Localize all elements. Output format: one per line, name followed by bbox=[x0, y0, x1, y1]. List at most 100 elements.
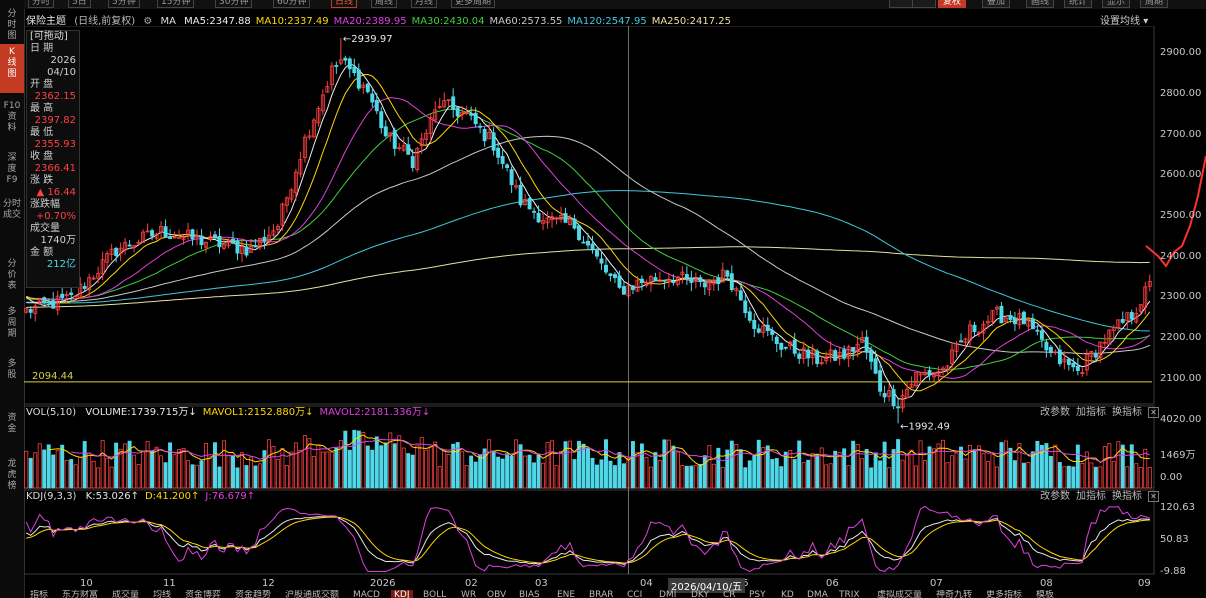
indicator-tab[interactable]: 沪股通成交额 bbox=[285, 590, 339, 598]
indicator-tab[interactable]: 模板 bbox=[1036, 590, 1054, 598]
info-value: 2355.93 bbox=[34, 139, 76, 150]
indicator-tab[interactable]: DMA bbox=[807, 590, 828, 598]
toolbar-tab[interactable]: 叠加 bbox=[982, 0, 1011, 8]
volume-panel-header: VOL(5,10) VOLUME:1739.715万↓ MAVOL1:2152.8… bbox=[26, 406, 442, 420]
indicator-tab[interactable]: 更多指标 bbox=[986, 590, 1022, 598]
period-tab[interactable]: 30分钟 bbox=[215, 0, 253, 8]
candle-body bbox=[851, 346, 856, 352]
panel-action-button[interactable]: 换指标 bbox=[1112, 491, 1142, 502]
panel-action-button[interactable]: 改参数 bbox=[1040, 491, 1070, 502]
candle-body bbox=[527, 198, 532, 210]
period-tab[interactable]: 15分钟 bbox=[157, 0, 195, 8]
panel-action-button[interactable]: 加指标 bbox=[1076, 491, 1106, 502]
left-nav-item[interactable]: 多 周 期 bbox=[0, 304, 24, 349]
volume-bar bbox=[96, 467, 101, 489]
volume-bar bbox=[100, 440, 105, 489]
indicator-tab[interactable]: 神奇九转 bbox=[936, 590, 972, 598]
indicator-tab[interactable]: 虚拟成交量 bbox=[877, 590, 922, 598]
volume-bar bbox=[392, 443, 397, 489]
indicator-tab[interactable]: KDJ bbox=[391, 590, 413, 598]
volume-bar bbox=[42, 449, 47, 489]
candle-body bbox=[1048, 346, 1053, 354]
indicator-tab[interactable]: BOLL bbox=[423, 590, 446, 598]
candle-body bbox=[244, 246, 249, 256]
indicator-tab[interactable]: WR bbox=[461, 590, 476, 598]
indicator-tab[interactable]: TRIX bbox=[839, 590, 860, 598]
candle-body bbox=[374, 99, 379, 112]
period-tab[interactable]: 5分钟 bbox=[108, 0, 140, 8]
volume-bar bbox=[648, 466, 653, 489]
panel-action-button[interactable]: 改参数 bbox=[1040, 407, 1070, 418]
indicator-tab[interactable]: MACD bbox=[353, 590, 380, 598]
volume-bar bbox=[1093, 466, 1098, 489]
volume-bar bbox=[1147, 467, 1152, 489]
left-nav-item[interactable]: 资 金 bbox=[0, 410, 24, 449]
period-tab[interactable]: 60分钟 bbox=[273, 0, 311, 8]
candle-body bbox=[878, 370, 883, 392]
volume-bar bbox=[437, 466, 442, 489]
indicator-tab[interactable]: CCI bbox=[627, 590, 642, 598]
volume-bar bbox=[590, 457, 595, 489]
left-nav-item[interactable]: 龙 虎 榜 bbox=[0, 456, 24, 503]
volume-bar bbox=[801, 462, 806, 489]
volume-bar bbox=[311, 456, 316, 489]
indicator-tab[interactable]: 资金趋势 bbox=[235, 590, 271, 598]
panel-action-button[interactable]: 换指标 bbox=[1112, 407, 1142, 418]
candle-body bbox=[60, 293, 65, 298]
low-annotation: ←1992.49 bbox=[900, 421, 950, 432]
left-nav-item[interactable]: F10 资 料 bbox=[0, 98, 24, 141]
indicator-tab[interactable]: BIAS bbox=[519, 590, 540, 598]
volume-bar bbox=[428, 446, 433, 489]
volume-bar bbox=[604, 439, 608, 489]
left-nav-item[interactable]: 分 时 图 bbox=[0, 6, 24, 43]
period-tab[interactable]: 周线 bbox=[371, 0, 398, 8]
volume-bar bbox=[783, 451, 788, 489]
toolbar-tab[interactable]: 复权 bbox=[938, 0, 967, 8]
period-tab[interactable]: 5日 bbox=[68, 0, 91, 8]
indicator-tab[interactable]: CR bbox=[723, 590, 736, 598]
indicator-tab[interactable]: 指标 bbox=[30, 590, 48, 598]
toolbar-tab[interactable]: 统计 bbox=[1064, 0, 1093, 8]
left-nav-item[interactable]: 分 价 表 bbox=[0, 256, 24, 299]
toolbar-tab[interactable] bbox=[889, 0, 913, 8]
period-tab[interactable]: 分时 bbox=[28, 0, 55, 8]
toolbar-tab[interactable] bbox=[912, 0, 936, 8]
toolbar-tab[interactable]: 周期 bbox=[1140, 0, 1169, 8]
volume-bar bbox=[994, 466, 999, 489]
indicator-tab[interactable]: 资金博弈 bbox=[185, 590, 221, 598]
toolbar-tab[interactable]: 显示 bbox=[1102, 0, 1131, 8]
left-nav-item[interactable]: 多 股 bbox=[0, 356, 24, 393]
indicator-tab[interactable]: PSY bbox=[749, 590, 766, 598]
indicator-tab[interactable]: KD bbox=[781, 590, 794, 598]
indicator-tab[interactable]: OBV bbox=[487, 590, 506, 598]
indicator-tab[interactable]: 东方财富 bbox=[62, 590, 98, 598]
period-tab[interactable]: 日线 bbox=[331, 0, 358, 8]
left-nav-item[interactable]: 分时 成交 bbox=[0, 196, 24, 243]
close-icon[interactable]: ✕ bbox=[1148, 407, 1159, 418]
left-nav-item[interactable]: K 线 图 bbox=[0, 44, 24, 93]
left-nav-item[interactable]: 深 度 F9 bbox=[0, 150, 24, 193]
indicator-tab[interactable]: DMI bbox=[659, 590, 676, 598]
indicator-tab[interactable]: 均线 bbox=[153, 590, 171, 598]
period-tab[interactable]: 月线 bbox=[411, 0, 438, 8]
close-icon[interactable]: ✕ bbox=[1148, 491, 1159, 502]
volume-bar bbox=[419, 437, 424, 489]
volume-bar bbox=[586, 447, 590, 489]
volume-bar bbox=[810, 452, 815, 489]
candle-body bbox=[595, 250, 599, 257]
candle-body bbox=[882, 393, 887, 398]
ma-settings-button[interactable]: 设置均线 ▾ bbox=[1100, 12, 1148, 27]
indicator-tab[interactable]: DKY bbox=[691, 590, 709, 598]
indicator-tab[interactable]: 成交量 bbox=[112, 590, 139, 598]
candle-body bbox=[999, 305, 1004, 324]
period-tab[interactable]: 更多周期 bbox=[451, 0, 496, 8]
candle-body bbox=[334, 65, 339, 67]
ohlc-info-panel[interactable]: [可拖动] 日 期 2026 04/10 开 盘 2362.15 最 高 2397.82 最 … bbox=[26, 30, 80, 288]
candle-body bbox=[1071, 362, 1076, 368]
volume-bar bbox=[280, 447, 285, 489]
indicator-tab[interactable]: ENE bbox=[557, 590, 575, 598]
panel-action-button[interactable]: 加指标 bbox=[1076, 407, 1106, 418]
toolbar-tab[interactable]: 画线 bbox=[1026, 0, 1055, 8]
indicator-tab[interactable]: BRAR bbox=[589, 590, 613, 598]
drag-hint[interactable]: [可拖动] bbox=[27, 31, 79, 43]
